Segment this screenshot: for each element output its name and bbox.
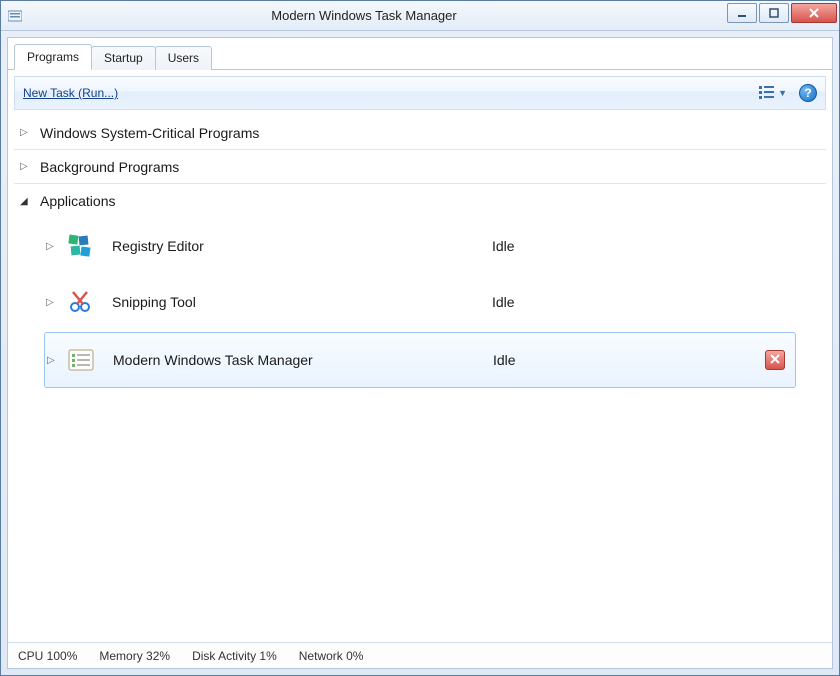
tab-programs[interactable]: Programs <box>14 44 92 70</box>
help-icon: ? <box>804 86 811 100</box>
process-list: ▷ Windows System-Critical Programs ▷ Bac… <box>8 116 832 642</box>
window-controls <box>727 3 837 23</box>
group-background[interactable]: ▷ Background Programs <box>14 150 826 184</box>
app-item-snipping-tool[interactable]: ▷ Snipping Tool Idle <box>14 274 826 330</box>
client-area: Programs Startup Users New Task (Run...) <box>7 37 833 669</box>
status-network: Network 0% <box>299 649 364 663</box>
tab-startup[interactable]: Startup <box>91 46 156 70</box>
chevron-right-icon: ▷ <box>47 355 61 366</box>
chevron-right-icon: ▷ <box>46 241 60 252</box>
app-status: Idle <box>492 294 515 310</box>
toolbar: New Task (Run...) ▼ <box>14 76 826 110</box>
close-button[interactable] <box>791 3 837 23</box>
view-options-button[interactable]: ▼ <box>755 83 791 104</box>
chevron-down-icon: ▼ <box>778 88 787 98</box>
new-task-link[interactable]: New Task (Run...) <box>23 86 118 100</box>
task-manager-icon <box>67 346 95 374</box>
chevron-right-icon: ▷ <box>46 297 60 308</box>
list-view-icon <box>759 85 775 102</box>
minimize-button[interactable] <box>727 3 757 23</box>
app-item-task-manager[interactable]: ▷ Modern Windows Task Manager Idle <box>44 332 796 388</box>
status-cpu: CPU 100% <box>18 649 77 663</box>
app-status: Idle <box>493 352 516 368</box>
group-label: Windows System-Critical Programs <box>40 125 259 141</box>
maximize-button[interactable] <box>759 3 789 23</box>
group-applications[interactable]: ◢ Applications <box>14 184 826 218</box>
app-status: Idle <box>492 238 515 254</box>
app-item-registry-editor[interactable]: ▷ Registry Editor Idle <box>14 218 826 274</box>
app-name: Modern Windows Task Manager <box>113 352 493 368</box>
chevron-down-icon: ◢ <box>20 196 34 207</box>
tab-users[interactable]: Users <box>155 46 212 70</box>
titlebar[interactable]: Modern Windows Task Manager <box>1 1 839 31</box>
chevron-right-icon: ▷ <box>20 127 34 138</box>
group-system-critical[interactable]: ▷ Windows System-Critical Programs <box>14 116 826 150</box>
end-task-button[interactable] <box>765 350 785 370</box>
snipping-tool-icon <box>66 288 94 316</box>
help-button[interactable]: ? <box>799 84 817 102</box>
statusbar: CPU 100% Memory 32% Disk Activity 1% Net… <box>8 642 832 668</box>
status-memory: Memory 32% <box>99 649 170 663</box>
tabstrip: Programs Startup Users <box>8 38 832 70</box>
status-disk: Disk Activity 1% <box>192 649 277 663</box>
app-icon <box>7 8 23 24</box>
group-label: Applications <box>40 193 116 209</box>
window-title: Modern Windows Task Manager <box>29 8 699 23</box>
app-name: Snipping Tool <box>112 294 492 310</box>
close-icon <box>770 353 780 367</box>
registry-editor-icon <box>66 232 94 260</box>
window-frame: Modern Windows Task Manager Programs Sta… <box>0 0 840 676</box>
app-name: Registry Editor <box>112 238 492 254</box>
chevron-right-icon: ▷ <box>20 161 34 172</box>
group-label: Background Programs <box>40 159 179 175</box>
